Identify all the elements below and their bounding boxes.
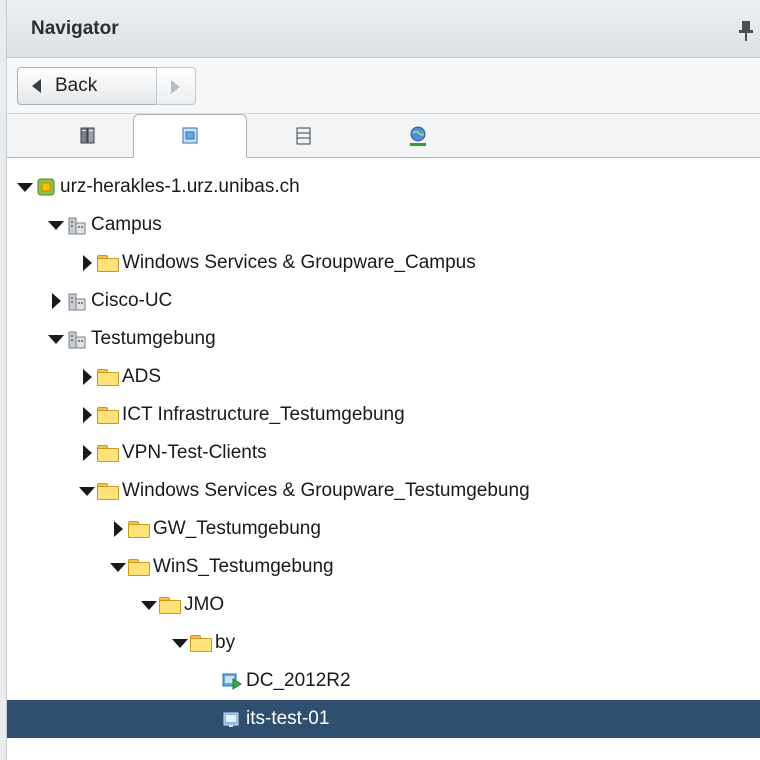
tree-item-label: WinS_Testumgebung: [153, 556, 334, 577]
folder-icon: [128, 518, 150, 540]
tree-item-label: ICT Infrastructure_Testumgebung: [122, 404, 405, 425]
tree-row[interactable]: Campus: [7, 206, 760, 244]
vm-icon: [221, 708, 243, 730]
collapse-toggle-icon[interactable]: [110, 559, 126, 575]
tab-vms-templates[interactable]: [133, 114, 247, 158]
tree-item-label: Cisco-UC: [91, 290, 173, 311]
tab-hosts-clusters[interactable]: [31, 114, 145, 157]
tree-item-label: Testumgebung: [91, 328, 216, 349]
tree-item-label: by: [215, 632, 236, 653]
tree-row[interactable]: ICT Infrastructure_Testumgebung: [7, 396, 760, 434]
tree-row[interactable]: urz-herakles-1.urz.unibas.ch: [7, 168, 760, 206]
datacenter-icon: [66, 290, 88, 312]
folder-icon: [97, 366, 119, 388]
folder-icon: [97, 404, 119, 426]
folder-icon: [128, 556, 150, 578]
folder-icon: [97, 480, 119, 502]
tree-row[interactable]: VPN-Test-Clients: [7, 434, 760, 472]
tree-row[interactable]: DC_2012R2: [7, 662, 760, 700]
folder-icon: [97, 252, 119, 274]
history-toolbar: Back: [7, 59, 760, 114]
tree-item-label: GW_Testumgebung: [153, 518, 321, 539]
collapse-toggle-icon[interactable]: [48, 331, 64, 347]
navigator-title: Navigator: [31, 17, 119, 39]
vms-templates-icon: [182, 127, 198, 144]
back-button[interactable]: Back: [17, 67, 157, 105]
tree-row[interactable]: by: [7, 624, 760, 662]
expand-toggle-icon[interactable]: [79, 407, 95, 423]
back-arrow-icon: [32, 79, 41, 93]
tree-row[interactable]: Testumgebung: [7, 320, 760, 358]
expand-toggle-icon[interactable]: [79, 445, 95, 461]
expand-toggle-icon[interactable]: [48, 293, 64, 309]
tree-item-label: Windows Services & Groupware_Campus: [122, 252, 476, 273]
vm-powered-on-icon: [221, 670, 243, 692]
inventory-tree: urz-herakles-1.urz.unibas.ch Campus Window…: [7, 158, 760, 760]
tree-row[interactable]: ADS: [7, 358, 760, 396]
expand-toggle-icon[interactable]: [79, 369, 95, 385]
storage-icon: [296, 127, 311, 144]
collapse-toggle-icon[interactable]: [79, 483, 95, 499]
expand-toggle-icon[interactable]: [79, 255, 95, 271]
tree-row[interactable]: JMO: [7, 586, 760, 624]
tab-networking[interactable]: [361, 114, 475, 157]
folder-icon: [97, 442, 119, 464]
tree-row[interactable]: GW_Testumgebung: [7, 510, 760, 548]
collapse-toggle-icon[interactable]: [17, 179, 33, 195]
collapse-toggle-icon[interactable]: [48, 217, 64, 233]
hosts-icon: [80, 127, 95, 143]
expand-toggle-icon[interactable]: [110, 521, 126, 537]
vcenter-icon: [35, 176, 57, 198]
tree-row[interactable]: Cisco-UC: [7, 282, 760, 320]
navigator-header: Navigator: [7, 0, 760, 58]
folder-icon: [190, 632, 212, 654]
tree-item-label: DC_2012R2: [246, 670, 351, 691]
forward-button[interactable]: [156, 67, 196, 105]
tree-item-label: ADS: [122, 366, 162, 387]
tree-row[interactable]: WinS_Testumgebung: [7, 548, 760, 586]
collapse-toggle-icon[interactable]: [172, 635, 188, 651]
tree-item-label: VPN-Test-Clients: [122, 442, 267, 463]
tree-row[interactable]: its-test-01: [7, 700, 760, 738]
tree-item-label: JMO: [184, 594, 225, 615]
tree-item-label: urz-herakles-1.urz.unibas.ch: [60, 176, 300, 197]
folder-icon: [159, 594, 181, 616]
datacenter-icon: [66, 214, 88, 236]
panel-left-edge: [0, 0, 7, 760]
network-icon: [410, 126, 426, 146]
back-button-label: Back: [55, 75, 98, 96]
tree-row[interactable]: Windows Services & Groupware_Campus: [7, 244, 760, 282]
forward-arrow-icon: [171, 80, 180, 94]
tree-item-label: its-test-01: [246, 708, 330, 729]
tab-storage[interactable]: [247, 114, 361, 157]
pin-icon[interactable]: [738, 20, 754, 42]
tree-item-label: Campus: [91, 214, 162, 235]
collapse-toggle-icon[interactable]: [141, 597, 157, 613]
tree-item-label: Windows Services & Groupware_Testumgebun…: [122, 480, 530, 501]
navigator-tabs: [7, 114, 760, 158]
tree-row[interactable]: Windows Services & Groupware_Testumgebun…: [7, 472, 760, 510]
datacenter-icon: [66, 328, 88, 350]
